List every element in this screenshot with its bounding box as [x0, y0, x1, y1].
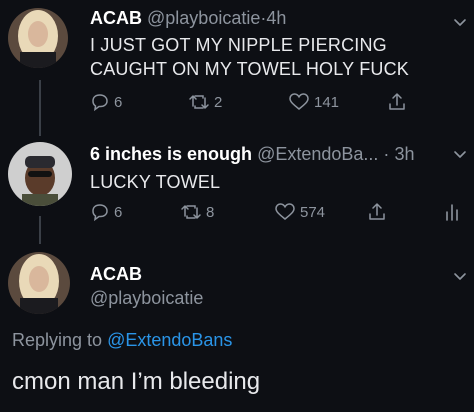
tweet-text-line: CAUGHT ON MY TOWEL HOLY FUCK [90, 59, 409, 79]
timestamp[interactable]: 4h [266, 8, 286, 28]
retweet-button[interactable]: 8 [180, 201, 214, 223]
tweet-text: cmon man I’m bleeding [12, 368, 261, 395]
reply-button[interactable]: 6 [90, 201, 122, 223]
chevron-down-icon[interactable] [452, 14, 468, 30]
avatar-image [8, 252, 70, 314]
chevron-down-icon[interactable] [452, 146, 468, 162]
replying-to: Replying to @ExtendoBans [12, 330, 232, 351]
tweet-header: ACAB @playboicatie·4h [90, 7, 286, 29]
like-count: 141 [314, 93, 340, 111]
replying-to-label: Replying to [12, 330, 103, 350]
thread-line [39, 80, 41, 136]
share-button[interactable] [387, 91, 407, 113]
avatar-playboicatie[interactable] [8, 8, 68, 68]
share-button[interactable] [367, 201, 387, 223]
like-button[interactable]: 141 [288, 91, 339, 113]
reply-count: 6 [114, 93, 123, 111]
avatar-image [8, 8, 68, 68]
retweet-count: 8 [206, 203, 215, 221]
chevron-down-icon[interactable] [452, 268, 468, 284]
display-name[interactable]: 6 inches is enough [90, 144, 252, 164]
reply-count: 6 [114, 203, 123, 221]
tweet-text-line: I JUST GOT MY NIPPLE PIERCING [90, 35, 387, 55]
heart-icon [275, 203, 295, 220]
display-name[interactable]: ACAB [90, 262, 203, 286]
share-icon [369, 203, 385, 220]
display-name[interactable]: ACAB [90, 8, 142, 28]
timestamp[interactable]: 3h [394, 144, 414, 164]
avatar-extendobans[interactable] [8, 142, 72, 206]
retweet-icon [189, 95, 209, 109]
retweet-icon [181, 205, 201, 219]
user-handle[interactable]: @playboicatie [90, 286, 203, 310]
user-name-block[interactable]: ACAB @playboicatie [90, 262, 203, 310]
like-button[interactable]: 574 [274, 201, 325, 223]
analytics-icon [446, 204, 458, 221]
retweet-count: 2 [214, 93, 223, 111]
share-icon [389, 93, 405, 110]
tweet-text-line: LUCKY TOWEL [90, 172, 221, 192]
like-count: 574 [300, 203, 326, 221]
avatar-image [8, 142, 72, 206]
tweet-header: 6 inches is enough @ExtendoBa... · 3h [90, 143, 414, 165]
tweet-text: LUCKY TOWEL [90, 170, 220, 194]
thread-line [39, 216, 41, 244]
reply-button[interactable]: 6 [90, 91, 122, 113]
reply-icon [92, 204, 108, 222]
retweet-button[interactable]: 2 [188, 91, 222, 113]
analytics-button[interactable] [444, 201, 460, 223]
user-handle[interactable]: @playboicatie [147, 8, 260, 28]
avatar-playboicatie[interactable] [8, 252, 70, 314]
user-handle[interactable]: @ExtendoBa... [257, 144, 378, 164]
reply-icon [92, 94, 108, 112]
heart-icon [289, 93, 309, 110]
mention-link[interactable]: @ExtendoBans [107, 330, 232, 350]
tweet-text: I JUST GOT MY NIPPLE PIERCING CAUGHT ON … [90, 33, 409, 81]
separator-dot: · [383, 144, 390, 164]
